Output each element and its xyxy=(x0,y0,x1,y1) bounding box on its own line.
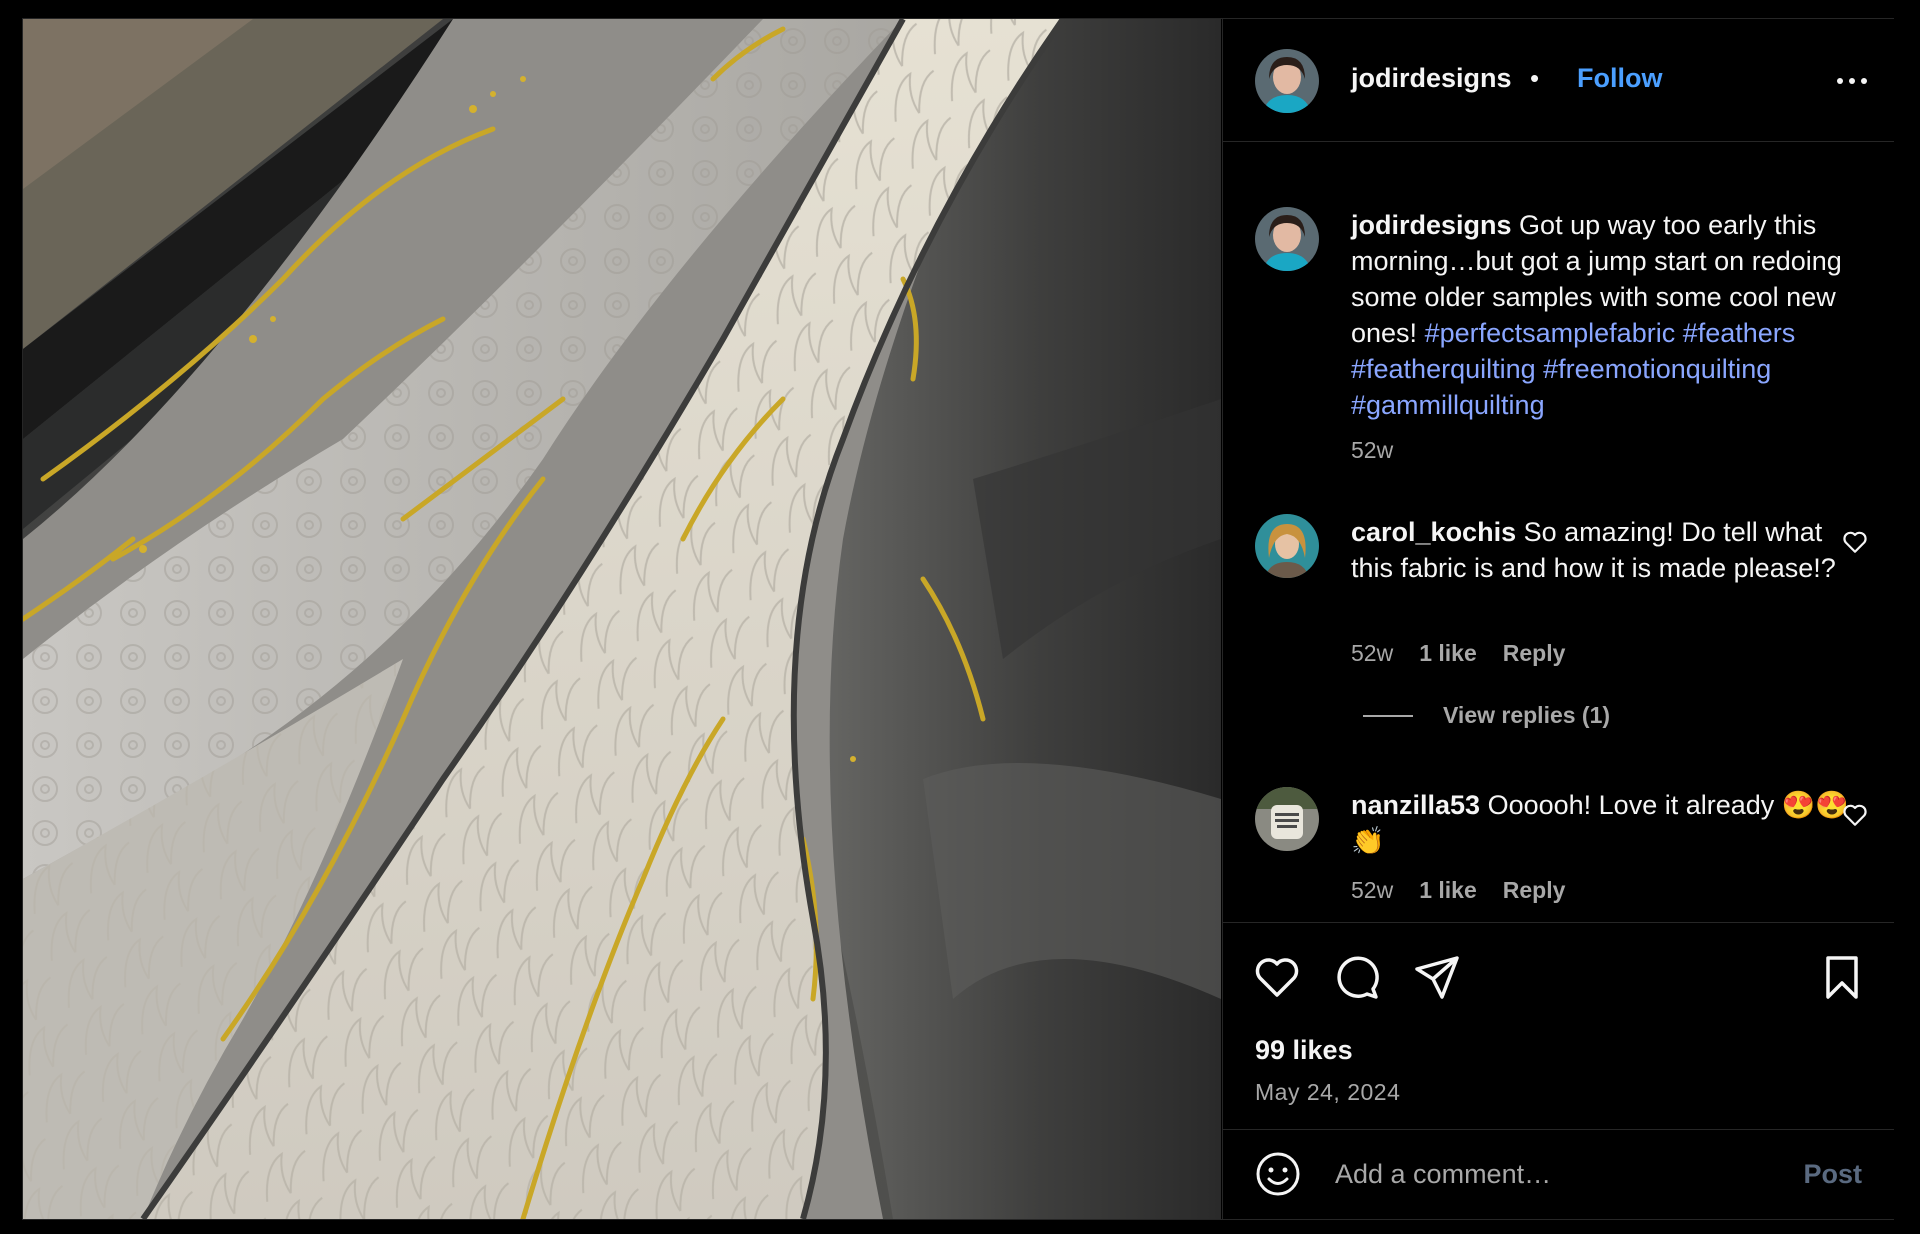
comment-likes[interactable]: 1 like xyxy=(1419,877,1477,904)
view-replies-button[interactable]: View replies (1) xyxy=(1363,702,1610,729)
comment-meta: 52w 1 like Reply xyxy=(1351,640,1565,667)
post-side-panel: jodirdesigns • Follow jodirdesigns Got u… xyxy=(1222,19,1894,1219)
share-icon[interactable] xyxy=(1413,953,1461,1001)
author-avatar[interactable] xyxy=(1255,49,1319,113)
comment-age: 52w xyxy=(1351,877,1394,903)
hashtag[interactable]: #featherquilting xyxy=(1351,354,1536,384)
comment-icon[interactable] xyxy=(1333,953,1381,1001)
reply-button[interactable]: Reply xyxy=(1503,877,1566,904)
comment-text: carol_kochis So amazing! Do tell what th… xyxy=(1351,514,1871,586)
quilted-fabric-photo xyxy=(23,19,1221,1219)
view-replies-label: View replies (1) xyxy=(1443,702,1611,728)
replies-divider xyxy=(1363,714,1413,717)
smile-icon[interactable] xyxy=(1255,1151,1301,1197)
commenter-avatar[interactable] xyxy=(1255,514,1319,578)
hashtag[interactable]: #perfectsamplefabric xyxy=(1425,318,1676,348)
follow-button[interactable]: Follow xyxy=(1577,63,1662,94)
post-header: jodirdesigns • Follow xyxy=(1223,19,1894,142)
likes-count[interactable]: 99 likes xyxy=(1255,1035,1353,1066)
comment-heart-icon[interactable] xyxy=(1842,803,1868,827)
add-comment-bar: Post xyxy=(1223,1129,1894,1219)
caption-text: jodirdesigns Got up way too early this m… xyxy=(1351,207,1871,423)
comment-age: 52w xyxy=(1351,640,1394,666)
hashtag[interactable]: #freemotionquilting xyxy=(1543,354,1771,384)
more-options-icon[interactable] xyxy=(1832,69,1872,93)
caption-age: 52w xyxy=(1351,437,1394,463)
hashtag[interactable]: #feathers xyxy=(1683,318,1796,348)
caption-meta: 52w xyxy=(1351,437,1393,464)
reply-button[interactable]: Reply xyxy=(1503,640,1566,667)
separator-dot: • xyxy=(1530,63,1540,93)
comment-likes[interactable]: 1 like xyxy=(1419,640,1477,667)
comment-username[interactable]: nanzilla53 xyxy=(1351,790,1480,820)
caption-username[interactable]: jodirdesigns xyxy=(1351,210,1512,240)
comment-username[interactable]: carol_kochis xyxy=(1351,517,1516,547)
post-comment-button[interactable]: Post xyxy=(1803,1159,1862,1190)
post-modal: jodirdesigns • Follow jodirdesigns Got u… xyxy=(22,18,1894,1220)
comment-heart-icon[interactable] xyxy=(1842,530,1868,554)
bookmark-icon[interactable] xyxy=(1818,953,1866,1001)
heart-icon[interactable] xyxy=(1253,953,1301,1001)
caption-avatar[interactable] xyxy=(1255,207,1319,271)
author-username[interactable]: jodirdesigns xyxy=(1351,63,1512,94)
hashtag[interactable]: #gammillquilting xyxy=(1351,390,1545,420)
comment-text: nanzilla53 Oooooh! Love it already 😍😍👏 xyxy=(1351,787,1871,859)
commenter-avatar[interactable] xyxy=(1255,787,1319,851)
comments-list[interactable]: jodirdesigns Got up way too early this m… xyxy=(1223,142,1894,922)
comment-meta: 52w 1 like Reply xyxy=(1351,877,1565,904)
post-actions: 99 likes May 24, 2024 xyxy=(1223,922,1894,1130)
comment-input[interactable] xyxy=(1333,1153,1757,1195)
post-date: May 24, 2024 xyxy=(1255,1079,1401,1105)
post-photo[interactable] xyxy=(23,19,1221,1219)
